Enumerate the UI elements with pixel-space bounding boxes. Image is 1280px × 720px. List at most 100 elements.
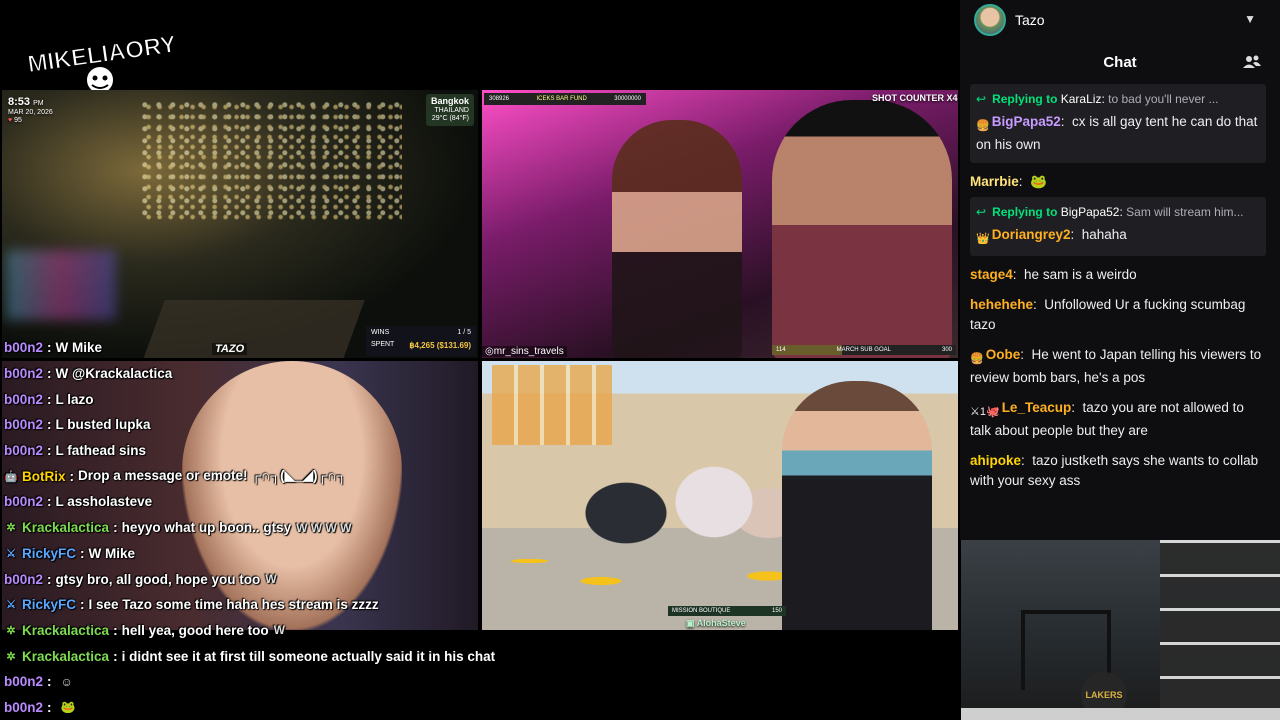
chat-username[interactable]: Doriangrey2 (992, 227, 1071, 242)
chat-text: L fathead sins (55, 443, 147, 459)
overlay-chat-row: b00n2: ☺ (4, 674, 73, 690)
kick-icon: ▣ (686, 618, 697, 628)
emote-icon: 🐸 (60, 700, 76, 715)
chat-username[interactable]: b00n2 (4, 572, 43, 587)
chat-text: W @Krackalactica (55, 366, 173, 382)
video-tile-bar (482, 90, 958, 358)
reply-header: ↩ Replying to BigPapa52: Sam will stream … (976, 205, 1244, 219)
chat-username[interactable]: Krackalactica (22, 520, 109, 535)
chat-badge-icon: ⚔1🐙 (970, 406, 1000, 418)
overlay-chat-row: b00n2: L assholasteve (4, 494, 153, 510)
chat-message[interactable]: ⚔1🐙 Le_Teacup: tazo you are not allowed t… (970, 393, 1266, 446)
chevron-down-icon[interactable]: ▼ (1244, 12, 1256, 26)
sub-goal-bar: 114 MARCH SUB GOAL 300 (772, 345, 956, 355)
chat-panel: Tazo ▼ Chat ↩ Replying to KaraLiz: to bad… (960, 0, 1280, 540)
shot-counter: SHOT COUNTER X4 (872, 93, 958, 103)
chat-text: he sam is a weirdo (1024, 267, 1137, 282)
chat-username[interactable]: b00n2 (4, 494, 43, 509)
avatar[interactable] (974, 4, 1006, 36)
chat-username[interactable]: b00n2 (4, 443, 43, 458)
overlay-chat-row: ⚔ RickyFC: I see Tazo some time haha hes s… (4, 592, 524, 618)
chat-title: Chat (1103, 53, 1137, 71)
chat-username[interactable]: Le_Teacup (1002, 400, 1072, 415)
sword-icon: ⚔ (6, 547, 16, 560)
reply-header: ↩ Replying to KaraLiz: to bad you'll neve… (976, 92, 1219, 106)
chat-username[interactable]: stage4 (970, 267, 1013, 282)
chat-message[interactable]: ahipoke: tazo justketh says she wants to… (970, 446, 1266, 496)
chat-text: W Mike (55, 340, 103, 356)
video-tile-bangkok: 8:53 PM MAR 20, 2026 ♥ 95 Bangkok THAILA… (2, 90, 478, 358)
chat-username[interactable]: RickyFC (22, 597, 76, 612)
bar-fund-tracker: 308926 ICEKS BAR FUND 30000000 (484, 93, 646, 105)
reply-message[interactable]: ↩ Replying to KaraLiz: to bad you'll neve… (970, 84, 1266, 163)
reply-arrow-icon: ↩ (976, 205, 987, 219)
streamer-handle-2: ▣ AlohaSteve (686, 618, 746, 628)
overlay-chat-row: b00n2: W Mike (4, 340, 103, 356)
emote-icon: W (273, 623, 285, 638)
chat-username[interactable]: BigPapa52 (992, 114, 1061, 129)
reply-message[interactable]: ↩ Replying to BigPapa52: Sam will stream … (970, 197, 1266, 256)
chat-username[interactable]: Marrbie (970, 174, 1019, 189)
overlay-chat-row: b00n2: gtsy bro, all good, hope you too W (4, 571, 277, 587)
chat-text: i didnt see it at first till someone act… (121, 648, 496, 664)
overlay-chat: b00n2: W Mike b00n2: W @Krackalactica b00n2:… (4, 335, 524, 720)
chat-text: L lazo (55, 391, 94, 407)
chat-text: gtsy bro, all good, hope you too (55, 571, 261, 587)
overlay-chat-row: ✲ Krackalactica: hell yea, good here too W (4, 618, 524, 644)
chat-message[interactable]: stage4: he sam is a weirdo (970, 260, 1266, 290)
overlay-chat-row: b00n2: W @Krackalactica (4, 366, 173, 382)
chat-username[interactable]: BotRix (22, 469, 66, 484)
chat-text: L assholasteve (55, 494, 153, 510)
stream-layout: MIKELIAORY 8:53 PM MAR 20, 2026 ♥ 95 Ban… (0, 0, 1280, 720)
chat-username[interactable]: b00n2 (4, 366, 43, 381)
chat-username[interactable]: hehehehe (970, 297, 1033, 312)
chat-username[interactable]: RickyFC (22, 546, 76, 561)
overlay-chat-row: ✲ Krackalactica: i didnt see it at first t… (4, 643, 524, 669)
overlay-chat-row: 🤖 BotRix: Drop a message or emote! ┌∩┐(◣_◢… (4, 468, 347, 484)
webcam-feed: LAKERS (961, 540, 1280, 720)
emote-icon: W W W W (296, 520, 352, 535)
chat-text: 🐸 (1030, 174, 1047, 189)
chat-username[interactable]: b00n2 (4, 700, 43, 715)
profile-bar[interactable]: Tazo ▼ (960, 0, 1280, 40)
leaf-icon: ✲ (6, 624, 16, 637)
chat-badge-icon: 🍔 (976, 120, 990, 132)
chat-username[interactable]: b00n2 (4, 674, 43, 689)
leaf-icon: ✲ (6, 650, 16, 663)
chat-message[interactable]: hehehehe: Unfollowed Ur a fucking scumba… (970, 290, 1266, 340)
chat-username[interactable]: ahipoke (970, 453, 1021, 468)
chat-message[interactable]: 🍔 Oobe: He went to Japan telling his view… (970, 340, 1266, 393)
overlay-chat-row: b00n2: L lazo (4, 391, 94, 407)
bot-icon: 🤖 (4, 470, 18, 483)
chat-username[interactable]: b00n2 (4, 417, 43, 432)
users-icon[interactable] (1242, 52, 1262, 72)
emote-icon: ☺ (60, 674, 73, 689)
chat-username[interactable]: Krackalactica (22, 623, 109, 638)
chat-text: I see Tazo some time haha hes stream is … (88, 597, 379, 613)
heart-icon: ♥ (8, 116, 13, 124)
chat-message[interactable]: Marrbie: 🐸 (970, 167, 1266, 197)
overlay-chat-row: b00n2: L busted lupka (4, 417, 151, 433)
location-overlay: Bangkok THAILAND 29°C (84°F) (425, 94, 474, 126)
chat-text: Drop a message or emote! ┌∩┐(◣_◢)┌∩┐ (78, 468, 347, 484)
chat-username[interactable]: Krackalactica (22, 649, 109, 664)
overlay-chat-row: ✲ Krackalactica: heyyo what up boon.. gtsy… (4, 515, 524, 541)
time-overlay: 8:53 PM MAR 20, 2026 ♥ 95 (8, 96, 53, 124)
chat-text: hahaha (1081, 227, 1127, 242)
chat-text: hell yea, good here too (121, 622, 269, 638)
chat-username[interactable]: b00n2 (4, 392, 43, 407)
overlay-chat-row: b00n2: L fathead sins (4, 443, 147, 459)
chat-message[interactable]: 👑 Doriangrey2: hahaha (976, 223, 1260, 250)
chat-text: W Mike (88, 545, 136, 561)
chat-text: heyyo what up boon.. gtsy (121, 520, 292, 536)
chat-message[interactable]: 🍔 BigPapa52: cx is all gay tent he can do… (976, 110, 1260, 157)
video-tile-street (482, 361, 958, 630)
chat-username[interactable]: b00n2 (4, 340, 43, 355)
chat-header: Chat (960, 40, 1280, 84)
chat-username[interactable]: Oobe (986, 347, 1021, 362)
profile-name: Tazo (1015, 12, 1045, 28)
sword-icon: ⚔ (6, 599, 16, 612)
mission-bar: MISSION BOUTIQUE 150 (668, 606, 786, 616)
overlay-chat-row: ⚔ RickyFC: W Mike (4, 541, 524, 567)
leaf-icon: ✲ (6, 522, 16, 535)
